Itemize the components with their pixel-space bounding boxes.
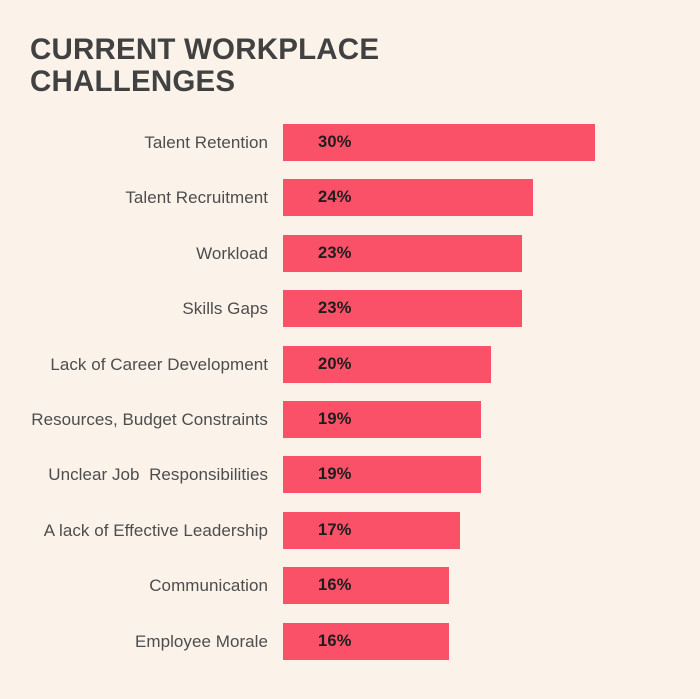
bar-value-label: 19%: [318, 409, 352, 428]
bar-value-label: 16%: [318, 631, 352, 650]
bar-track: 23%: [283, 290, 683, 328]
chart-row: Resources, Budget Constraints 19%: [0, 400, 700, 456]
bar-value-label: 23%: [318, 243, 352, 262]
bar-track: 24%: [283, 179, 683, 217]
bar-track: 20%: [283, 345, 683, 383]
bar-category-label: Workload: [196, 243, 268, 263]
chart-row: Lack of Career Development 20%: [0, 345, 700, 401]
chart-row: Workload 23%: [0, 234, 700, 290]
chart-row: Talent Recruitment 24%: [0, 179, 700, 234]
chart-row: Talent Retention 30%: [0, 124, 700, 179]
bar: 17%: [283, 511, 460, 549]
bar: 19%: [283, 456, 481, 494]
bar-track: 19%: [283, 400, 683, 438]
chart-row: A lack of Effective Leadership 17%: [0, 511, 700, 567]
bar-value-label: 16%: [318, 576, 352, 595]
bar-track: 16%: [283, 567, 683, 605]
bar-track: 16%: [283, 622, 683, 660]
bar-value-label: 20%: [318, 354, 352, 373]
bar: 23%: [283, 234, 523, 272]
bar-category-label: Unclear Job Responsibilities: [48, 465, 268, 485]
bar: 23%: [283, 290, 523, 328]
bar-value-label: 19%: [318, 465, 352, 484]
chart-poster: Current Workplace Challenges Talent Rete…: [0, 0, 700, 699]
bar: 19%: [283, 400, 481, 438]
bar: 24%: [283, 179, 533, 217]
bar-track: 30%: [283, 124, 683, 161]
bar: 16%: [283, 622, 450, 660]
bar-category-label: Communication: [149, 576, 268, 596]
bar-track: 17%: [283, 511, 683, 549]
chart-row: Employee Morale 16%: [0, 622, 700, 678]
bar-category-label: A lack of Effective Leadership: [43, 520, 268, 540]
bar-track: 19%: [283, 456, 683, 494]
bar-value-label: 30%: [318, 133, 352, 151]
bar-value-label: 23%: [318, 299, 352, 318]
bar-value-label: 24%: [318, 188, 352, 207]
bar-category-label: Resources, Budget Constraints: [31, 409, 268, 429]
bar-category-label: Employee Morale: [134, 631, 268, 651]
bar-track: 23%: [283, 234, 683, 272]
bar: 20%: [283, 345, 491, 383]
bar-category-label: Talent Recruitment: [125, 188, 268, 208]
bar-chart: Talent Retention 30% Talent Recruitment 24%…: [0, 124, 700, 684]
chart-row: Unclear Job Responsibilities 19%: [0, 456, 700, 511]
chart-row: Communication 16%: [0, 567, 700, 622]
page-title: Current Workplace Challenges: [30, 33, 380, 98]
bar-value-label: 17%: [318, 520, 352, 539]
chart-row: Skills Gaps 23%: [0, 290, 700, 345]
bar-category-label: Skills Gaps: [182, 299, 268, 319]
bar: 30%: [283, 124, 595, 161]
bar-category-label: Talent Retention: [144, 133, 268, 152]
bar-category-label: Lack of Career Development: [50, 354, 268, 374]
bar: 16%: [283, 567, 450, 605]
